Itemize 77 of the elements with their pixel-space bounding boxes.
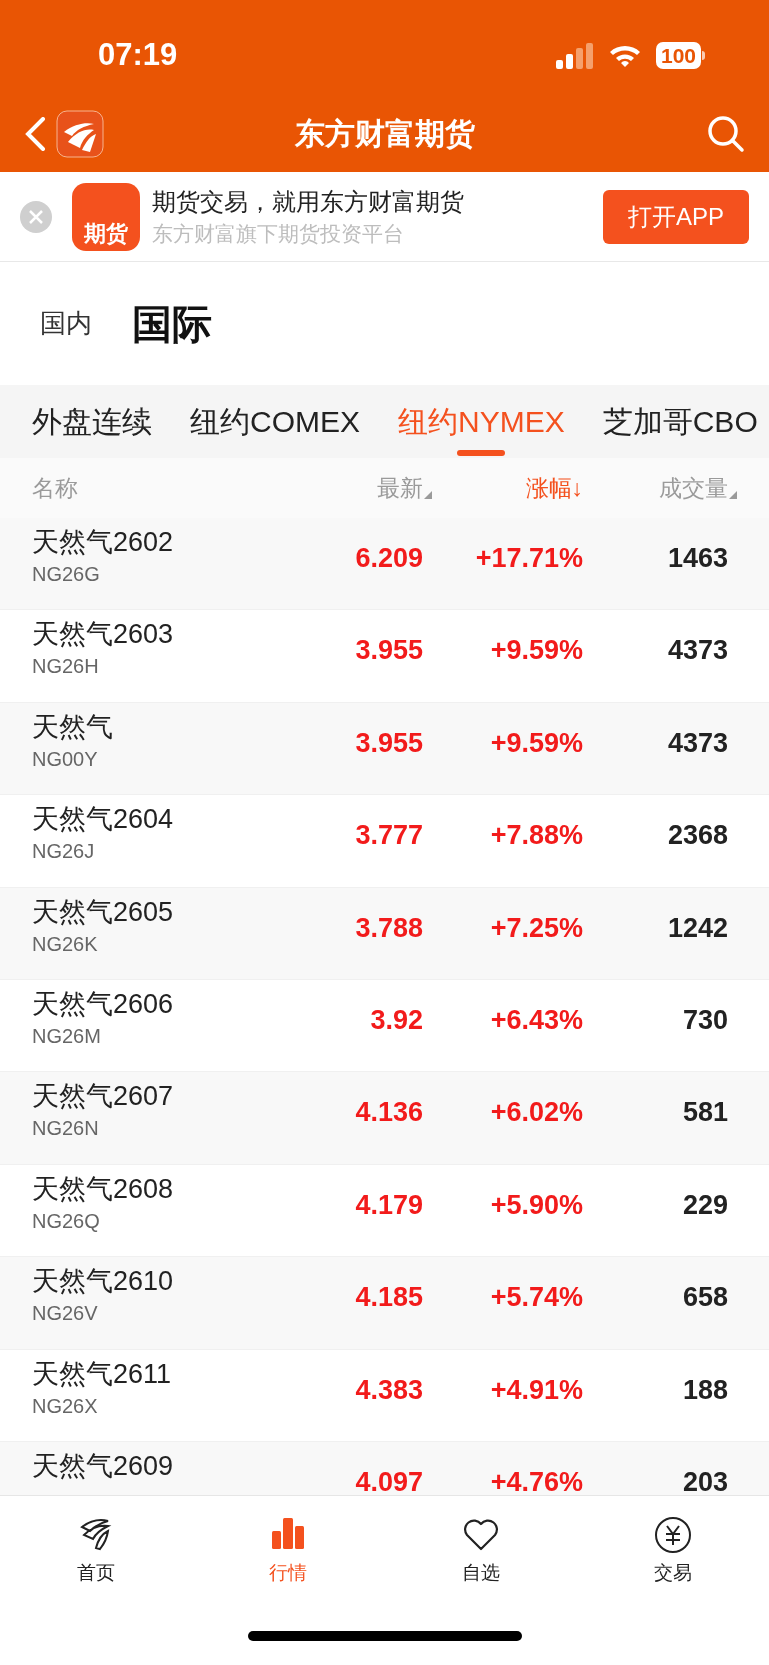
price-cell-text: 3.788 [354, 911, 424, 945]
volume-cell-text: 1242 [666, 911, 729, 945]
page-title: 东方财富期货 [293, 116, 476, 152]
app-logo-icon [56, 109, 104, 158]
price-cell-text: 3.777 [354, 819, 424, 853]
contract-code: NG00Y [32, 746, 99, 772]
price-cell-text: 4.097 [354, 1465, 424, 1495]
region-tab[interactable]: 国内 [40, 304, 92, 343]
volume-cell-text: 658 [681, 1281, 729, 1315]
price-cell-text: 4.136 [354, 1096, 424, 1130]
bottom-tab[interactable]: 行情 [192, 1514, 385, 1588]
contract-code: NG26M [32, 1023, 102, 1049]
volume-cell-text: 730 [681, 1003, 729, 1037]
price-cell-text: 3.955 [354, 726, 424, 760]
bottom-tab[interactable]: 交易 [576, 1514, 769, 1588]
contract-code: NG26J [32, 839, 96, 865]
app-icon: 期货 [72, 182, 140, 251]
home-indicator[interactable] [247, 1630, 522, 1641]
volume-cell-text: 581 [681, 1096, 729, 1130]
volume-cell-text: 188 [681, 1373, 729, 1407]
change-cell-text: +5.74% [489, 1281, 584, 1315]
banner-headline: 期货交易，就用东方财富期货 [152, 186, 464, 217]
price-cell-text: 6.209 [354, 542, 424, 575]
contract-code: NG26N [32, 1116, 100, 1142]
price-cell-text: 4.185 [354, 1281, 424, 1315]
change-cell-text: +17.71% [474, 542, 584, 575]
change-cell-text: +6.43% [489, 1003, 584, 1037]
contract-name: 天然气2603 [32, 618, 175, 652]
contract-name: 天然气2607 [32, 1080, 175, 1114]
change-cell-text: +5.90% [489, 1188, 584, 1222]
search-icon[interactable] [707, 114, 745, 153]
volume-cell-text: 203 [681, 1465, 729, 1495]
sort-icon [424, 491, 432, 500]
volume-cell-text: 2368 [666, 819, 729, 853]
sort-icon [729, 491, 737, 500]
change-cell-text: +9.59% [489, 726, 584, 760]
contract-name: 天然气2604 [32, 803, 175, 837]
price-cell-text: 3.955 [354, 634, 424, 668]
price-cell-text: 4.383 [354, 1373, 424, 1407]
change-cell-text: +4.91% [489, 1373, 584, 1407]
contract-code: NG26V [32, 1301, 99, 1327]
volume-cell-text: 4373 [666, 634, 729, 668]
change-cell-text: +9.59% [489, 634, 584, 668]
change-cell-text: +7.88% [489, 819, 584, 853]
contract-name: 天然气2608 [32, 1172, 175, 1206]
region-tab[interactable]: 国际 [132, 293, 212, 354]
category-tab[interactable]: 纽约COMEX [190, 385, 360, 458]
change-cell-text: +4.76% [489, 1465, 584, 1495]
contract-code: NG26G [32, 562, 101, 587]
contract-name: 天然气2610 [32, 1265, 175, 1299]
contract-name: 天然气 [32, 710, 114, 744]
volume-cell-text: 229 [681, 1188, 729, 1222]
back-icon[interactable] [24, 116, 46, 151]
contract-code: NG26H [32, 654, 100, 680]
contract-name: 天然气2602 [32, 526, 175, 559]
volume-cell-text: 4373 [666, 726, 729, 760]
contract-code: NG26X [32, 1393, 99, 1419]
signal-icon [555, 42, 594, 69]
contract-code: NG26Q [32, 1208, 101, 1234]
contract-name: 天然气2609 [32, 1449, 175, 1483]
bottom-tab[interactable]: 自选 [384, 1514, 577, 1588]
banner-subtitle: 东方财富旗下期货投资平台 [152, 220, 405, 247]
bottom-tab[interactable]: 首页 [0, 1514, 193, 1588]
category-tab[interactable]: 外盘连续 [32, 385, 152, 458]
change-cell-text: +7.25% [489, 911, 584, 945]
contract-code: NG26K [32, 931, 99, 957]
volume-cell-text: 1463 [666, 542, 729, 575]
status-time: 07:19 [98, 36, 178, 75]
column-header: 名称 [32, 473, 78, 503]
price-cell-text: 4.179 [354, 1188, 424, 1222]
contract-name: 天然气2606 [32, 987, 175, 1021]
change-cell-text: +6.02% [489, 1096, 584, 1130]
contract-name: 天然气2605 [32, 895, 175, 929]
category-tab[interactable]: 芝加哥CBO [602, 385, 758, 458]
yen-circle-icon [652, 1514, 693, 1555]
price-cell-text: 3.92 [369, 1003, 424, 1037]
contract-name: 天然气2611 [32, 1357, 173, 1391]
